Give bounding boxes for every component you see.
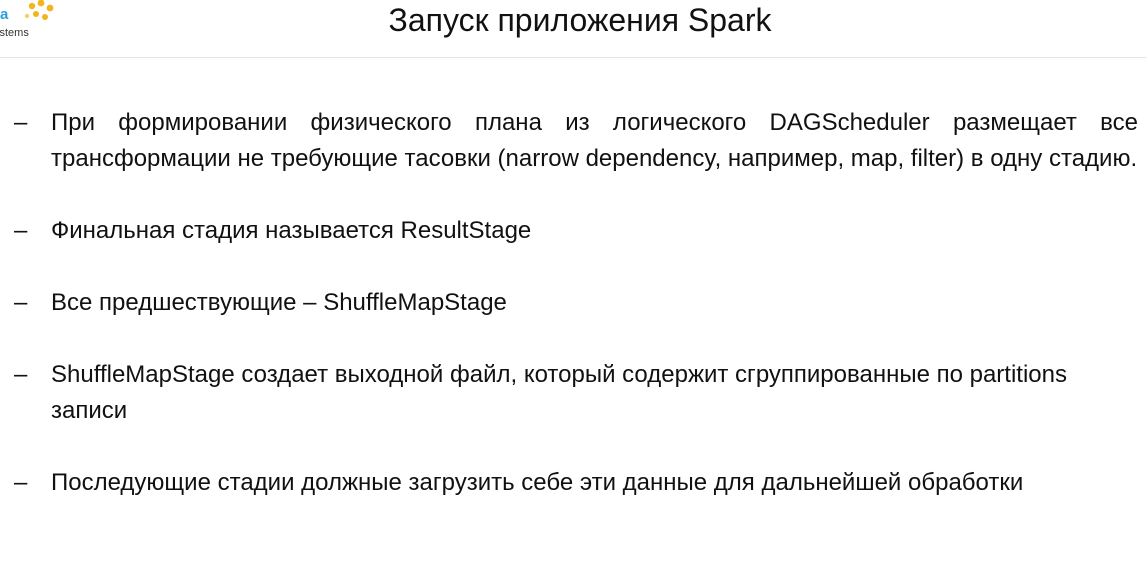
bullet-marker: – (14, 109, 28, 136)
bullet-item: – Все предшествующие – ShuffleMapStage (0, 285, 1146, 321)
bullet-marker: – (14, 289, 28, 316)
slide-title: Запуск приложения Spark (388, 2, 772, 38)
bullet-text: Финальная стадия называется ResultStage (51, 217, 532, 244)
bullet-list: – При формировании физического плана из … (0, 105, 1146, 501)
bullet-item: – ShuffleMapStage создает выходной файл,… (0, 357, 1146, 429)
slide: a ystems Запуск приложения Spark – При ф… (0, 0, 1146, 587)
bullet-item: – Финальная стадия называется ResultStag… (0, 213, 1146, 249)
bullet-item: – При формировании физического плана из … (0, 105, 1146, 177)
bullet-text: Все предшествующие – ShuffleMapStage (51, 289, 507, 316)
bullet-text: ShuffleMapStage создает выходной файл, к… (51, 361, 1067, 424)
bullet-marker: – (14, 361, 28, 388)
bullet-marker: – (14, 217, 28, 244)
bullet-item: – Последующие стадии должные загрузить с… (0, 465, 1146, 501)
bullet-text: Последующие стадии должные загрузить себ… (51, 469, 1024, 496)
bullet-marker: – (14, 469, 28, 496)
bullet-text: При формировании физического плана из ло… (51, 109, 1138, 172)
header-divider (0, 57, 1146, 58)
